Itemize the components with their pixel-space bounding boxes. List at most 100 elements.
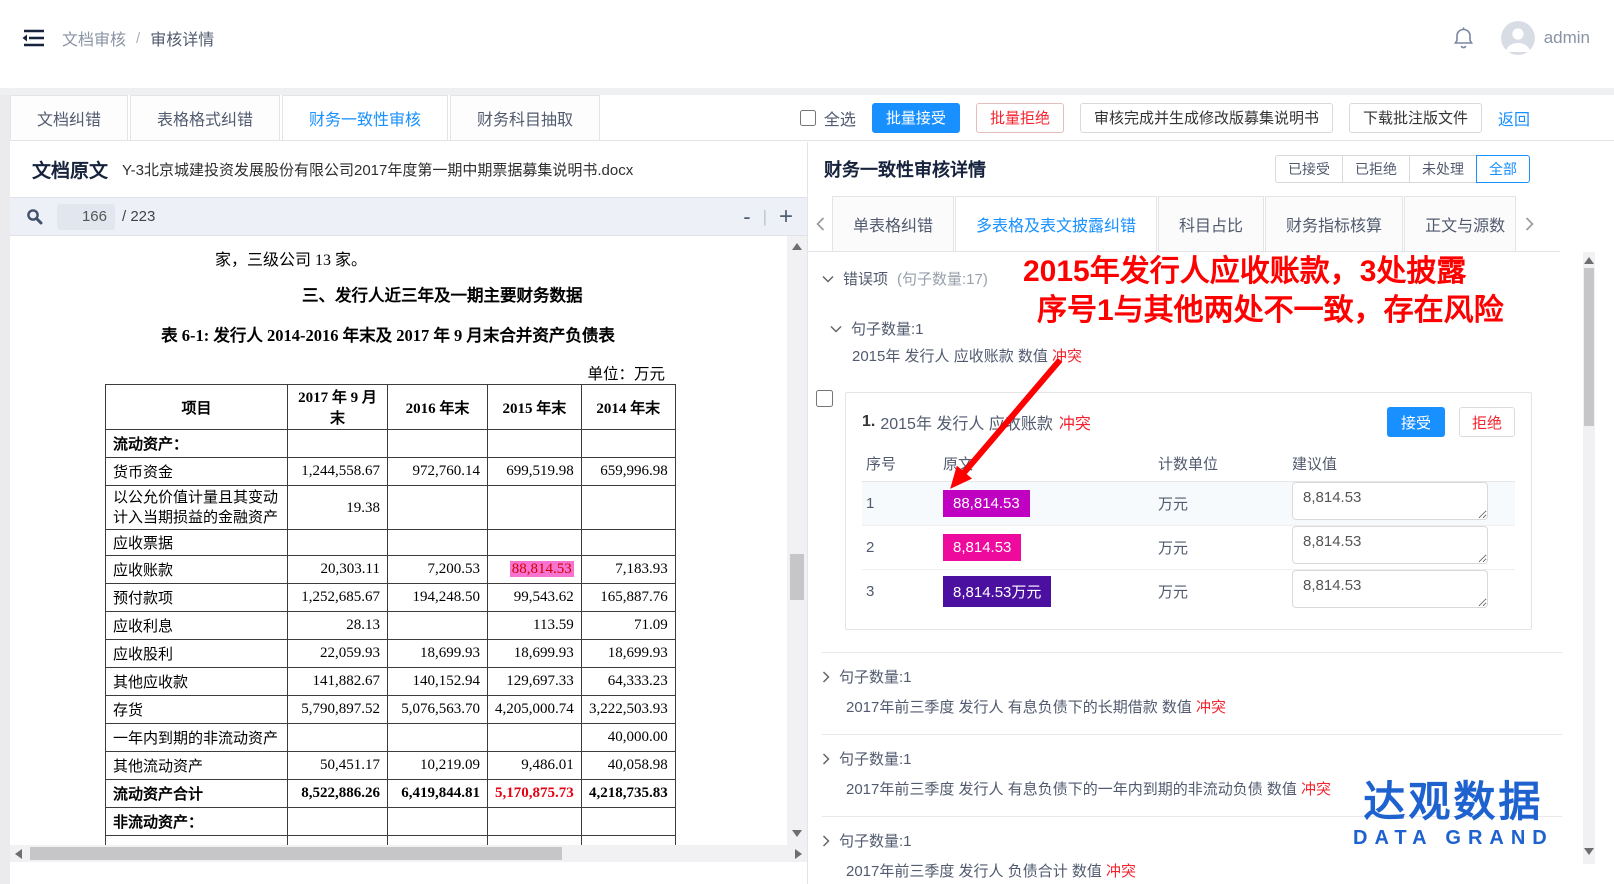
filter-all[interactable]: 全部 [1476,155,1530,183]
chevron-right-icon [822,671,830,683]
breadcrumb-separator: / [136,30,140,47]
rtab-financial-indicator-check[interactable]: 财务指标核算 [1265,196,1403,251]
table-row: 一年内到期的非流动资产 40,000.00 [106,724,676,752]
card-index: 1. [862,413,875,431]
scroll-down-arrow[interactable] [792,830,802,837]
table-row: 货币资金 1,244,558.67 972,760.14 699,519.98 … [106,458,676,486]
select-all-checkbox[interactable] [800,110,816,126]
batch-reject-button[interactable]: 批量拒绝 [976,103,1064,133]
list-item: 句子数量:1 2017年前三季度 发行人 负债合计 数值 冲突 [822,817,1562,884]
original-value-chip: 8,814.53 [943,534,1021,561]
breadcrumb-root[interactable]: 文档审核 [62,26,126,50]
tab-financial-consistency-review[interactable]: 财务一致性审核 [282,95,448,140]
filter-rejected[interactable]: 已拒绝 [1342,155,1410,183]
table-row: 流动资产合计 8,522,886.26 6,419,844.81 5,170,8… [106,780,676,808]
suggestion-input[interactable]: 8,814.53 [1292,570,1488,608]
scroll-right-arrow[interactable] [795,849,802,859]
group-header[interactable]: 句子数量:1 [822,830,1562,851]
red-total-value: 5,170,875.73 [488,780,582,808]
scroll-down-arrow[interactable] [1584,848,1594,855]
vertical-scroll-thumb[interactable] [790,554,804,600]
review-vertical-scrollbar[interactable] [1583,252,1595,864]
batch-accept-button[interactable]: 批量接受 [872,103,960,133]
page-left-gutter [0,10,10,884]
review-content: 错误项 (句子数量:17) 句子数量:1 2015年 发行人 应收账款 数值 冲… [808,252,1583,884]
tab-financial-subject-extraction[interactable]: 财务科目抽取 [450,95,600,140]
table-row: 应收利息 28.13 113.59 71.09 [106,612,676,640]
back-link[interactable]: 返回 [1498,106,1530,130]
group-sentence: 2017年前三季度 发行人 负债合计 数值 冲突 [846,860,1562,881]
group-count-label: 句子数量:1 [839,748,912,769]
magnifier-icon[interactable] [26,208,43,225]
download-annotated-button[interactable]: 下载批注版文件 [1349,103,1482,133]
table-row: 应收股利 22,059.93 18,699.93 18,699.93 18,69… [106,640,676,668]
rtab-subject-ratio[interactable]: 科目占比 [1158,196,1264,251]
card-select-checkbox[interactable] [816,390,833,407]
conflict-flag: 冲突 [1301,781,1331,798]
status-filter-group: 已接受 已拒绝 未处理 全部 [1275,155,1530,183]
suggestion-input[interactable]: 8,814.53 [1292,482,1488,520]
scroll-left-arrow[interactable] [15,849,22,859]
collapse-menu-icon[interactable] [20,28,46,48]
group-count-label: 句子数量:1 [839,666,912,687]
document-section-heading: 三、发行人近三年及一期主要财务数据 [302,282,583,306]
document-vertical-scrollbar[interactable] [787,236,807,845]
group-header[interactable]: 句子数量:1 [822,748,1562,769]
scroll-up-arrow[interactable] [792,243,802,250]
table-row: 1 88,814.53 万元 8,814.53 [862,481,1515,525]
review-panel-title: 财务一致性审核详情 [824,156,986,182]
rtab-multi-table-disclosure-correction[interactable]: 多表格及表文披露纠错 [955,196,1157,251]
user-avatar[interactable] [1501,21,1535,55]
chevron-down-icon [830,325,842,333]
reject-button[interactable]: 拒绝 [1459,407,1515,437]
group-sentence: 2017年前三季度 发行人 有息负债下的一年内到期的非流动负债 数值 冲突 [846,778,1562,799]
horizontal-scroll-thumb[interactable] [30,847,562,860]
header-divider-band [0,88,1614,95]
tab-table-format-correction[interactable]: 表格格式纠错 [130,95,280,140]
table-header-row: 序号 原文 计数单位 建议值 [862,447,1515,481]
error-group-header[interactable]: 句子数量:1 [830,318,924,339]
conflict-flag: 冲突 [1106,863,1136,880]
conflict-detail-card: 1. 2015年 发行人 应收账款 冲突 接受 拒绝 序号 原文 计数单位 建议… [845,392,1532,630]
page-total-label: / 223 [122,208,155,225]
table-row: 以公允价值计量且其变动计入当期损益的金融资产 19.38 [106,486,676,530]
zoom-in-button[interactable]: + [779,205,793,229]
tabs-scroll-right-icon[interactable] [1517,196,1541,251]
vertical-scroll-thumb[interactable] [1584,268,1594,426]
group-header[interactable]: 句子数量:1 [822,666,1562,687]
table-row: 流动资产： [106,430,676,458]
card-buttons: 接受 拒绝 [1387,407,1515,437]
scroll-up-arrow[interactable] [1584,257,1594,264]
tab-doc-correction[interactable]: 文档纠错 [10,95,128,140]
zoom-out-button[interactable]: - [743,206,750,228]
review-panel: 财务一致性审核详情 已接受 已拒绝 未处理 全部 单表格纠错 多表格及表文披露纠… [808,142,1595,884]
error-section-header[interactable]: 错误项 (句子数量:17) [822,268,988,289]
page-number-input[interactable] [57,204,115,230]
finish-generate-button[interactable]: 审核完成并生成修改版募集说明书 [1080,103,1333,133]
document-horizontal-scrollbar[interactable] [10,845,807,862]
filter-unprocessed[interactable]: 未处理 [1409,155,1477,183]
table-row: 3 8,814.53万元 万元 8,814.53 [862,569,1515,613]
main-tab-bar: 文档纠错 表格格式纠错 财务一致性审核 财务科目抽取 全选 批量接受 批量拒绝 … [10,95,1614,141]
table-row: 其他应收款 141,882.67 140,152.94 129,697.33 6… [106,668,676,696]
table-row: 其他流动资产 50,451.17 10,219.09 9,486.01 40,0… [106,752,676,780]
accept-button[interactable]: 接受 [1387,407,1445,437]
zoom-divider: | [763,207,767,227]
list-item: 句子数量:1 2017年前三季度 发行人 有息负债下的一年内到期的非流动负债 数… [822,735,1562,817]
table-row: 存货 5,790,897.52 5,076,563.70 4,205,000.7… [106,696,676,724]
table-row: 项目 2017 年 9 月末 2016 年末 2015 年末 2014 年末 [106,385,676,430]
filter-accepted[interactable]: 已接受 [1275,155,1343,183]
rtab-single-table-correction[interactable]: 单表格纠错 [832,196,954,251]
table-row: 非流动资产： [106,808,676,836]
document-paragraph: 家，三级公司 13 家。 [215,246,367,270]
tabs-scroll-left-icon[interactable] [808,196,832,251]
group-sentence: 2017年前三季度 发行人 有息负债下的长期借款 数值 冲突 [846,696,1562,717]
notification-bell-icon[interactable] [1452,26,1475,51]
conflict-occurrence-table: 序号 原文 计数单位 建议值 1 88,814.53 万元 8,814.53 2… [862,447,1515,613]
error-section-count: (句子数量:17) [897,268,988,289]
review-panel-header: 财务一致性审核详情 已接受 已拒绝 未处理 全部 [808,142,1595,196]
suggestion-input[interactable]: 8,814.53 [1292,526,1488,564]
table-row [106,836,676,846]
document-panel-title: 文档原文 [32,156,108,183]
rtab-text-vs-source[interactable]: 正文与源数 [1404,196,1516,251]
